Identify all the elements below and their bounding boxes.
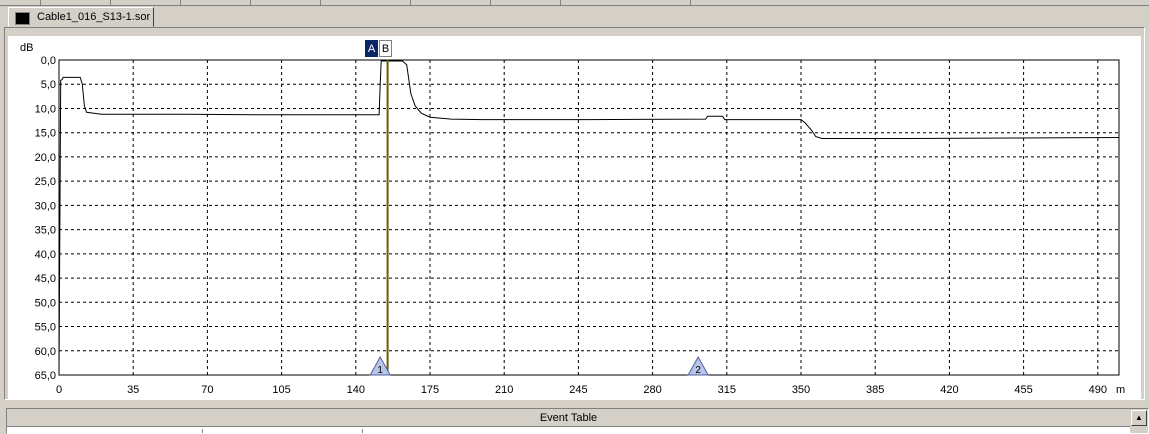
y-tick-label: 15,0 [35,128,56,140]
y-tick-label: 50,0 [35,297,56,309]
event-table: Event Table ▲ [6,408,1149,434]
x-tick-label: 70 [201,384,213,396]
y-tick-label: 20,0 [35,152,56,164]
event-table-title: Event Table [7,410,1130,427]
y-tick-label: 55,0 [35,322,56,334]
x-tick-label: 315 [718,384,736,396]
x-tick-label: 280 [643,384,661,396]
x-tick-labels: 0 35 70 105 140 175 210 245 280 315 350 385 420 455 49… [56,384,1107,396]
y-tick-label: 60,0 [35,346,56,358]
y-axis-label: dB [20,42,33,54]
x-tick-label: 35 [127,384,139,396]
y-tick-label: 65,0 [35,370,56,382]
y-tick-label: 45,0 [35,273,56,285]
event-marker-label: 2 [695,365,701,376]
x-tick-label: 105 [272,384,290,396]
y-tick-label: 30,0 [35,200,56,212]
x-tick-label: 175 [421,384,439,396]
table-cell [202,429,363,433]
y-tick-label: 10,0 [35,103,56,115]
event-markers[interactable]: 12 [369,355,710,376]
chart-grid [59,60,1119,375]
scroll-up-button[interactable]: ▲ [1131,410,1147,426]
marker-b-button[interactable]: B [379,40,392,57]
x-tick-label: 140 [347,384,365,396]
x-tick-label: 385 [866,384,884,396]
table-cell [362,429,1123,433]
plot-frame [58,59,1120,376]
x-tick-label: 455 [1014,384,1032,396]
event-table-row [7,427,1130,433]
x-tick-label: 210 [495,384,513,396]
marker-a-button[interactable]: A [365,40,378,57]
otdr-trace-chart[interactable]: dB m 0,0 5,0 10,0 15,0 20,0 25,0 30,0 35,0 40,0 4… [0,0,1149,405]
y-tick-label: 5,0 [41,79,56,91]
x-tick-label: 0 [56,384,62,396]
y-tick-label: 40,0 [35,249,56,261]
y-tick-label: 35,0 [35,225,56,237]
event-marker[interactable]: 2 [687,355,710,376]
x-tick-label: 350 [792,384,810,396]
x-axis-unit: m [1116,384,1125,396]
x-tick-label: 490 [1089,384,1107,396]
y-tick-labels: 0,0 5,0 10,0 15,0 20,0 25,0 30,0 35,0 40,0 45,0 50… [35,55,56,382]
x-tick-label: 245 [569,384,587,396]
x-tick-label: 420 [940,384,958,396]
event-marker-label: 1 [377,365,383,376]
y-tick-label: 0,0 [41,55,56,67]
y-tick-label: 25,0 [35,176,56,188]
